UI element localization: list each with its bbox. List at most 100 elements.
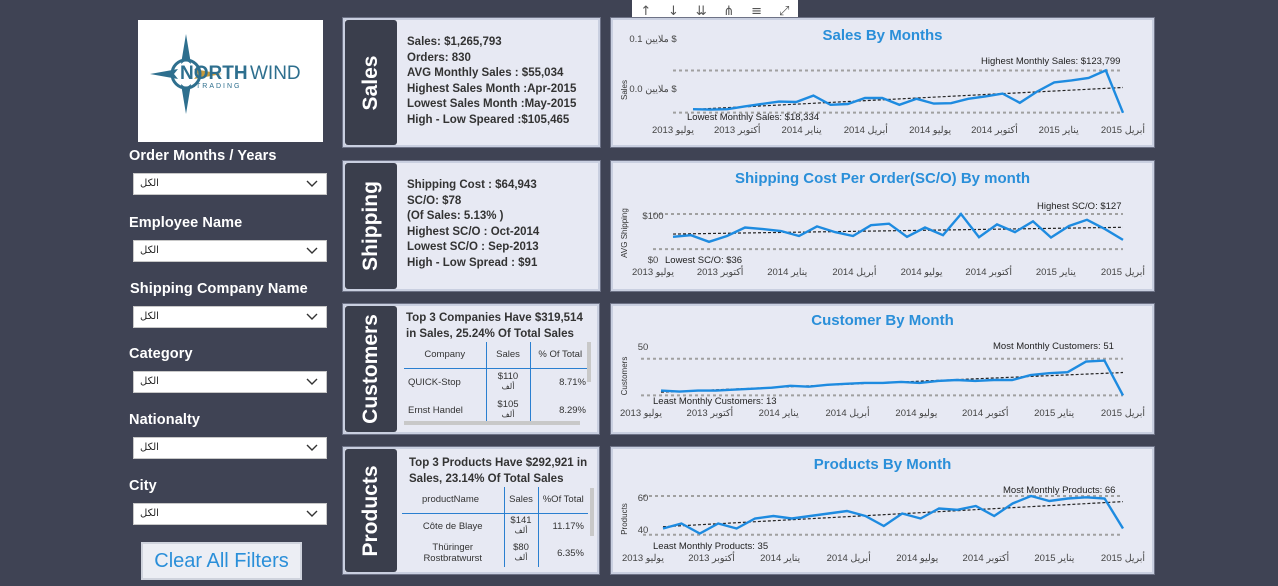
x-tick-label: أكتوبر 2014: [962, 406, 1009, 419]
column-header[interactable]: productName: [402, 487, 505, 514]
min-annotation: Least Monthly Products: 35: [653, 541, 768, 552]
column-header[interactable]: Sales: [486, 342, 531, 369]
chart-title: Products By Month: [814, 456, 952, 473]
y-axis-label: Sales: [620, 80, 629, 100]
chevron-down-icon: [306, 180, 318, 187]
min-annotation: Lowest SC/O: $36: [665, 255, 742, 266]
table-row[interactable]: QUICK-Stop $110 ألف 8.71%: [404, 368, 590, 396]
category-dropdown[interactable]: الكل: [133, 371, 327, 393]
y-axis-label: Products: [620, 503, 629, 535]
order-months-dropdown[interactable]: الكل: [133, 173, 327, 195]
chevron-down-icon: [306, 313, 318, 320]
x-tick-label: أبريل 2015: [1101, 551, 1146, 564]
top-companies-table: Company Sales % Of Total QUICK-Stop $110…: [404, 342, 590, 424]
column-header[interactable]: % Of Total: [530, 342, 590, 369]
filter-label-nationality: Nationalty: [129, 412, 201, 428]
customer-by-month-chart[interactable]: Customer By Month Customers 50 يوليو 2013 أك…: [611, 304, 1154, 434]
x-tick-label: يوليو 2014: [895, 408, 937, 419]
table-vertical-scrollbar[interactable]: [587, 342, 591, 382]
x-tick-label: يوليو 2013: [622, 553, 664, 564]
column-header[interactable]: Sales: [504, 487, 539, 514]
sales-cell: $141 ألف: [504, 513, 539, 539]
products-by-month-chart[interactable]: Products By Month Products 60 40 يوليو 2013 أ…: [611, 447, 1154, 574]
x-tick-label: أبريل 2014: [825, 406, 870, 419]
city-dropdown[interactable]: الكل: [133, 503, 327, 525]
x-tick-label: أكتوبر 2014: [971, 123, 1018, 136]
chevron-down-icon: [306, 444, 318, 451]
kpi-high-low-spread-shipping: High - Low Spread : $91: [407, 256, 538, 269]
company-cell: Ernst Handel: [404, 396, 487, 424]
filter-label-order-months: Order Months / Years: [129, 148, 277, 164]
min-annotation: Lowest Monthly Sales: $18,334: [687, 112, 819, 123]
dropdown-value: الكل: [140, 508, 159, 519]
pct-cell: 8.71%: [559, 376, 586, 388]
kpi-orders: Orders: 830: [407, 51, 471, 64]
kpi-high-low-spread: High - Low Speared :$105,465: [407, 113, 570, 126]
x-tick-label: أبريل 2014: [844, 123, 889, 136]
shipping-company-dropdown[interactable]: الكل: [133, 306, 327, 328]
y-axis-label: Customers: [620, 357, 629, 396]
employee-dropdown[interactable]: الكل: [133, 240, 327, 262]
kpi-lowest-sco: Lowest SC/O : Sep-2013: [407, 241, 539, 254]
y-tick-label: 60: [638, 493, 649, 504]
sales-kpis: Sales: $1,265,793 Orders: 830 AVG Monthl…: [407, 35, 576, 129]
sales-cell: $80 ألف: [504, 539, 539, 567]
pct-cell: 8.29%: [559, 404, 586, 416]
nationality-dropdown[interactable]: الكل: [133, 437, 327, 459]
x-tick-label: أكتوبر 2014: [965, 265, 1012, 278]
y-tick-label: $100: [642, 211, 663, 222]
x-tick-label: يناير 2015: [1036, 267, 1076, 278]
chart-title: Sales By Months: [822, 27, 942, 44]
kpi-lowest-sales-month: Lowest Sales Month :May-2015: [407, 98, 577, 111]
chevron-down-icon: [306, 378, 318, 385]
table-row[interactable]: Thüringer Rostbratwurst $80 ألف 6.35%: [402, 539, 588, 567]
x-tick-label: أبريل 2014: [827, 551, 872, 564]
products-tab: Products: [345, 449, 397, 572]
pct-cell: 11.17%: [552, 520, 584, 532]
x-tick-label: يناير 2014: [759, 408, 799, 419]
sales-by-months-chart[interactable]: Sales By Months Sales 0.1 ملايين $ 0.0 ملاي…: [611, 18, 1154, 147]
column-header[interactable]: %Of Total: [538, 487, 588, 514]
x-tick-label: يوليو 2014: [909, 125, 951, 136]
shipping-tab: Shipping: [345, 163, 397, 289]
shipping-cost-chart[interactable]: Shipping Cost Per Order(SC/O) By month AV…: [611, 161, 1154, 291]
dropdown-value: الكل: [140, 178, 159, 189]
products-tab-label: Products: [359, 464, 382, 557]
top-products-table: productName Sales %Of Total Côte de Blay…: [402, 487, 588, 567]
table-row[interactable]: Côte de Blaye $141 ألف 11.17%: [402, 513, 588, 539]
y-tick-label: $0: [648, 255, 659, 266]
x-tick-label: أكتوبر 2014: [963, 551, 1010, 564]
kpi-total-sales: Sales: $1,265,793: [407, 36, 502, 48]
kpi-sco: SC/O: $78: [407, 194, 462, 207]
x-tick-label: يوليو 2014: [901, 267, 943, 278]
y-axis-label: AVG Shipping: [620, 208, 629, 258]
dropdown-value: الكل: [140, 311, 159, 322]
x-tick-label: أبريل 2015: [1101, 123, 1146, 136]
x-tick-label: أبريل 2014: [832, 265, 877, 278]
filter-label-shipping-company: Shipping Company Name: [130, 281, 308, 297]
table-horizontal-scrollbar[interactable]: [404, 421, 580, 425]
trend-line: [692, 86, 1124, 111]
x-tick-label: أكتوبر 2013: [714, 123, 761, 136]
kpi-shipping-cost: Shipping Cost : $64,943: [407, 179, 537, 191]
product-cell: Thüringer Rostbratwurst: [402, 539, 505, 567]
customers-headline: Top 3 Companies Have $319,514 in Sales, …: [406, 310, 583, 342]
max-annotation: Most Monthly Products: 66: [1003, 485, 1115, 496]
series-line: [660, 359, 1125, 396]
x-tick-label: يناير 2015: [1034, 408, 1074, 419]
company-cell: QUICK-Stop: [404, 368, 487, 396]
clear-all-filters-button[interactable]: Clear All Filters: [141, 542, 302, 580]
x-tick-label: يناير 2014: [760, 553, 800, 564]
y-tick-label: 0.0 ملايين $: [629, 84, 677, 95]
column-header[interactable]: Company: [404, 342, 487, 369]
sales-tab: Sales: [345, 20, 397, 145]
dropdown-value: الكل: [140, 245, 159, 256]
filter-label-category: Category: [129, 346, 193, 362]
x-tick-label: أكتوبر 2013: [687, 406, 734, 419]
table-vertical-scrollbar[interactable]: [590, 488, 594, 536]
pct-cell: 6.35%: [557, 547, 584, 559]
table-row[interactable]: Ernst Handel $105 ألف 8.29%: [404, 396, 590, 424]
kpi-highest-sco: Highest SC/O : Oct-2014: [407, 225, 540, 238]
min-annotation: Least Monthly Customers: 13: [653, 396, 777, 407]
filter-label-city: City: [129, 478, 157, 494]
